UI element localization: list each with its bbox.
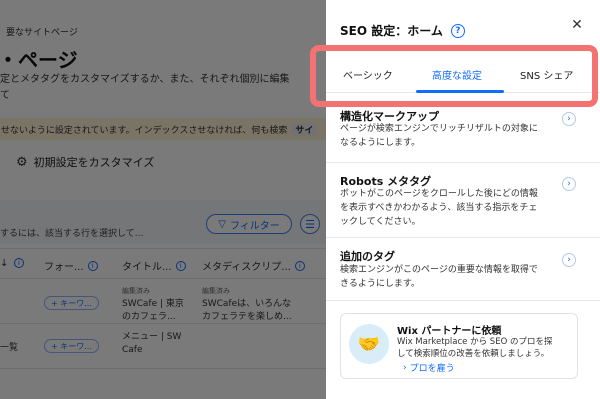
info-icon: i — [175, 260, 186, 271]
column-header-type: ↓ — [0, 258, 8, 269]
chevron-right-icon[interactable]: › — [562, 177, 576, 191]
sort-arrow-icon: ↓ — [0, 258, 9, 269]
filter-button[interactable]: ▽ フィルター — [206, 214, 292, 234]
divider — [326, 162, 600, 163]
add-keyword-button[interactable]: + キーワ... — [44, 339, 99, 353]
divider — [326, 300, 600, 301]
sliders-icon: ☰ — [305, 217, 315, 231]
handshake-icon: 🤝 — [349, 324, 389, 364]
table-cell-title: 編集済み SWCafe | 東京 のカフェラ... — [122, 287, 184, 322]
breadcrumb: 要なサイトページ — [6, 28, 78, 38]
help-icon[interactable]: ? — [450, 23, 465, 38]
notice-badge: サイ — [291, 123, 318, 136]
chevron-right-icon[interactable]: › — [562, 112, 576, 126]
info-icon: i — [294, 260, 305, 271]
divider — [0, 248, 326, 249]
page-description: 定とメタタグをカスタマイズするか、また、それぞれ個別に編集 て — [0, 74, 290, 101]
gear-icon: ⚙ — [16, 154, 28, 170]
divider — [326, 237, 600, 238]
table-hint: するには、該当する行を選択して... — [0, 229, 144, 239]
column-header-meta[interactable]: メタディスクリプ... i — [202, 258, 305, 273]
seo-settings-panel: SEO 設定：ホーム ? ✕ ベーシック 高度な設定 SNS シェア 構造化マー… — [326, 0, 600, 399]
section-title: 追加のタグ — [340, 250, 395, 263]
close-icon[interactable]: ✕ — [570, 18, 584, 32]
row-label: 一覧 — [0, 343, 19, 353]
section-description: 検索エンジンがこのページの重要な情報を取得で きるようにします。 — [340, 265, 538, 289]
filter-icon: ▽ — [218, 218, 226, 230]
sort-button[interactable]: ☰ — [300, 214, 320, 234]
partner-description: Wix Marketplace から SEO のプロを探 して検索順位の改善を依… — [397, 337, 553, 359]
tab-sns-share[interactable]: SNS シェア — [520, 67, 573, 82]
partner-title: Wix パートナーに依頼 — [397, 326, 502, 337]
section-description: ページが検索エンジンでリッチリザルトの対象に なるようにします。 — [340, 124, 538, 148]
page-title: ・ページ — [0, 48, 78, 72]
indexing-notice: せないように設定されています。インデックスさせなければ、何も検索 サイ — [0, 118, 326, 140]
section-description: ボットがこのページをクロールした後にどの情報 を表示すべきかわかるよう、該当する… — [340, 189, 538, 227]
chevron-right-icon[interactable]: › — [562, 253, 576, 267]
column-header-title[interactable]: タイトル... i — [122, 258, 186, 273]
divider — [0, 323, 326, 324]
column-header-focus[interactable]: フォー... i — [44, 258, 98, 273]
background-page: 要なサイトページ ・ページ 定とメタタグをカスタマイズするか、また、それぞれ個別… — [0, 0, 326, 399]
tab-bar: ベーシック 高度な設定 SNS シェア — [326, 58, 600, 93]
panel-title: SEO 設定：ホーム ? — [340, 22, 465, 39]
customize-defaults-button[interactable]: ⚙ 初期設定をカスタマイズ — [16, 154, 154, 170]
tab-basic[interactable]: ベーシック — [343, 67, 393, 82]
divider — [0, 278, 326, 279]
active-tab-indicator — [416, 90, 504, 93]
divider — [0, 368, 326, 369]
column-header-info: i — [14, 258, 24, 268]
table-cell-title: メニュー | SW Cafe — [122, 332, 182, 355]
table-cell-meta: 編集済み SWCafeは、いろんな カフェラテを楽しめ... — [202, 287, 292, 322]
info-icon: i — [87, 260, 98, 271]
add-keyword-button[interactable]: + キーワ... — [44, 296, 99, 310]
arrow-right-icon: › — [403, 362, 407, 373]
wix-partner-card: 🤝 Wix パートナーに依頼 Wix Marketplace から SEO のプ… — [340, 313, 578, 379]
info-icon: i — [14, 258, 24, 268]
tab-advanced[interactable]: 高度な設定 — [432, 67, 482, 82]
hire-pro-link[interactable]: › プロを雇う — [403, 361, 455, 375]
